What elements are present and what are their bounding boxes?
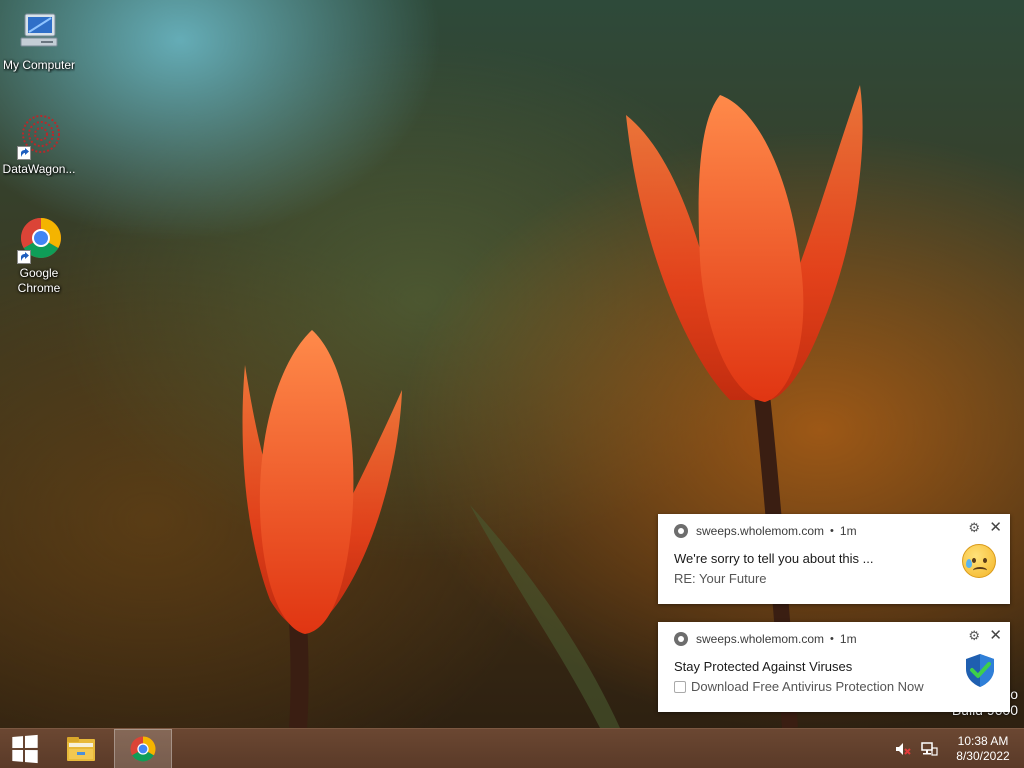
close-icon[interactable]: ✕ <box>989 518 1002 536</box>
folder-icon <box>67 737 95 761</box>
desktop-icon-my-computer[interactable]: My Computer <box>0 8 79 73</box>
taskbar-file-explorer[interactable] <box>52 729 110 768</box>
notification-time: 1m <box>839 524 857 538</box>
notification-source-row: sweeps.wholemom.com • 1m <box>674 632 857 646</box>
desktop-icon-label: Google Chrome <box>17 266 61 295</box>
separator-dot: • <box>830 633 834 645</box>
separator-dot: • <box>830 525 834 537</box>
sad-tear-emoji-icon <box>962 544 998 580</box>
datawagon-logo-icon <box>15 112 63 160</box>
taskbar-google-chrome[interactable] <box>114 729 172 768</box>
notification-title: Stay Protected Against Viruses <box>674 659 853 674</box>
extension-icon <box>674 680 686 693</box>
desktop-icon-label: DataWagon... <box>2 162 76 176</box>
notification-toast[interactable]: sweeps.wholemom.com • 1m ⚙ ✕ We're sorry… <box>658 514 1010 604</box>
notification-body: RE: Your Future <box>674 571 767 586</box>
notification-source: sweeps.wholemom.com <box>696 632 825 646</box>
desktop-wallpaper <box>242 85 863 728</box>
notification-body-row: Download Free Antivirus Protection Now <box>674 679 924 694</box>
notification-source: sweeps.wholemom.com <box>696 524 825 538</box>
chrome-icon <box>15 216 63 264</box>
notification-title: We're sorry to tell you about this ... <box>674 551 874 566</box>
desktop-icon-google-chrome[interactable]: Google Chrome <box>0 216 79 296</box>
chrome-small-icon <box>674 632 688 646</box>
notification-source-row: sweeps.wholemom.com • 1m <box>674 524 857 538</box>
taskbar: 10:38 AM 8/30/2022 <box>0 728 1024 768</box>
notification-toast[interactable]: sweeps.wholemom.com • 1m ⚙ ✕ Stay Protec… <box>658 622 1010 712</box>
clock-date: 8/30/2022 <box>956 749 1010 763</box>
gear-icon[interactable]: ⚙ <box>968 520 980 536</box>
taskbar-clock[interactable]: 10:38 AM 8/30/2022 <box>942 734 1024 764</box>
system-tray: 10:38 AM 8/30/2022 <box>890 729 1024 768</box>
chrome-small-icon <box>674 524 688 538</box>
close-icon[interactable]: ✕ <box>989 626 1002 644</box>
computer-icon <box>15 8 63 56</box>
shortcut-arrow-icon <box>17 250 31 264</box>
speaker-muted-icon[interactable] <box>894 740 912 758</box>
windows-logo-icon <box>12 734 38 764</box>
chrome-icon <box>130 736 156 762</box>
shortcut-arrow-icon <box>17 146 31 160</box>
notification-time: 1m <box>839 632 857 646</box>
desktop-icon-datawagon[interactable]: DataWagon... <box>0 112 79 177</box>
desktop-icon-label: My Computer <box>2 58 76 72</box>
shield-check-icon <box>962 652 998 688</box>
clock-time: 10:38 AM <box>957 734 1009 748</box>
start-button[interactable] <box>0 729 48 768</box>
gear-icon[interactable]: ⚙ <box>968 628 980 644</box>
notification-body: Download Free Antivirus Protection Now <box>691 679 924 694</box>
network-icon[interactable] <box>920 740 938 758</box>
